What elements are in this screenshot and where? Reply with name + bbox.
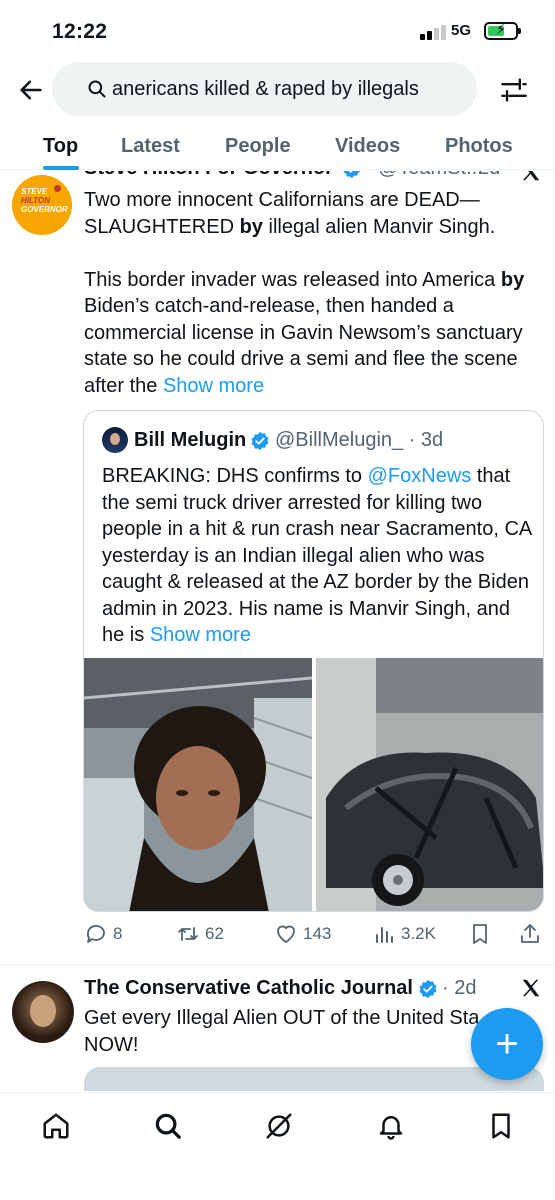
media-photo[interactable] xyxy=(84,658,312,911)
show-more-link[interactable]: Show more xyxy=(150,624,251,646)
verified-badge-icon xyxy=(419,979,437,999)
timeline[interactable]: STEVEHILTONGOVERNOR Steve Hilton For Gov… xyxy=(0,171,555,1091)
grok-icon[interactable] xyxy=(264,1111,294,1141)
x-logo-icon[interactable] xyxy=(520,977,542,999)
search-tabs: Top Latest People Videos Photos xyxy=(0,128,555,170)
post-time: · 2d xyxy=(442,977,477,999)
quoted-text: BREAKING: DHS confirms to @FoxNews that … xyxy=(102,465,532,646)
author-handle[interactable]: @TeamSt... xyxy=(378,171,483,180)
verified-badge-icon xyxy=(251,431,269,451)
tab-videos[interactable]: Videos xyxy=(335,135,400,158)
bookmark-icon[interactable] xyxy=(486,1111,516,1141)
reply-button[interactable]: 8 xyxy=(84,921,122,947)
tab-top[interactable]: Top xyxy=(43,135,78,158)
tab-latest[interactable]: Latest xyxy=(121,135,180,158)
status-bar: 12:22 5G ⚡ xyxy=(0,0,555,60)
heart-icon xyxy=(277,925,295,943)
repost-icon xyxy=(178,927,198,941)
share-icon[interactable] xyxy=(518,921,542,947)
tab-people[interactable]: People xyxy=(225,135,291,158)
bell-icon[interactable] xyxy=(376,1111,406,1141)
author-name[interactable]: The Conservative Catholic Journal xyxy=(84,977,413,1000)
reply-count: 8 xyxy=(113,924,123,943)
author-name[interactable]: Steve Hilton For Governor xyxy=(84,171,333,180)
home-icon[interactable] xyxy=(41,1111,71,1141)
post-time: 2d xyxy=(478,171,500,180)
search-input[interactable]: anericans killed & raped by illegals xyxy=(52,62,477,116)
avatar[interactable] xyxy=(12,981,74,1043)
mention-link[interactable]: @FoxNews xyxy=(368,465,472,487)
quoted-author-name: Bill Melugin xyxy=(134,429,247,451)
active-tab-indicator xyxy=(43,166,79,170)
views-button[interactable]: 3.2K xyxy=(372,921,436,947)
plus-icon: + xyxy=(495,1022,519,1066)
bookmark-icon[interactable] xyxy=(468,921,492,947)
quoted-tweet[interactable]: Bill Melugin @BillMelugin_ · 3d BREAKING… xyxy=(83,410,544,912)
search-query: anericans killed & raped by illegals xyxy=(112,78,419,100)
status-time: 12:22 xyxy=(52,20,108,43)
tab-photos[interactable]: Photos xyxy=(445,135,513,158)
views-icon xyxy=(376,927,393,943)
network-label: 5G xyxy=(451,22,472,39)
media-preview[interactable] xyxy=(84,1067,544,1091)
battery-icon: ⚡ xyxy=(484,21,521,40)
media-photo[interactable] xyxy=(316,658,543,911)
search-icon[interactable] xyxy=(153,1111,183,1141)
bottom-nav xyxy=(0,1092,555,1200)
compose-button[interactable]: + xyxy=(471,1008,543,1080)
x-logo-icon[interactable] xyxy=(520,171,542,183)
arrow-left-icon[interactable] xyxy=(17,76,45,104)
search-icon xyxy=(88,80,106,98)
quoted-author-handle: @BillMelugin_ · 3d xyxy=(275,429,444,451)
avatar[interactable] xyxy=(102,427,128,453)
avatar[interactable]: STEVE HILTON GOVERNOR xyxy=(12,175,72,235)
tweet-text: Two more innocent Californians are DEAD—… xyxy=(84,189,525,397)
sliders-icon[interactable] xyxy=(500,76,528,104)
like-count: 143 xyxy=(303,924,332,943)
signal-icon xyxy=(420,24,448,40)
repost-count: 62 xyxy=(205,924,224,943)
repost-button[interactable]: 62 xyxy=(176,921,224,947)
show-more-link[interactable]: Show more xyxy=(163,375,264,397)
reply-icon xyxy=(86,925,105,943)
view-count: 3.2K xyxy=(401,924,436,943)
tweet-actions: 8 62 143 3.2K xyxy=(84,921,544,951)
like-button[interactable]: 143 xyxy=(274,921,331,947)
divider xyxy=(0,964,555,965)
verified-badge-icon xyxy=(343,171,361,179)
